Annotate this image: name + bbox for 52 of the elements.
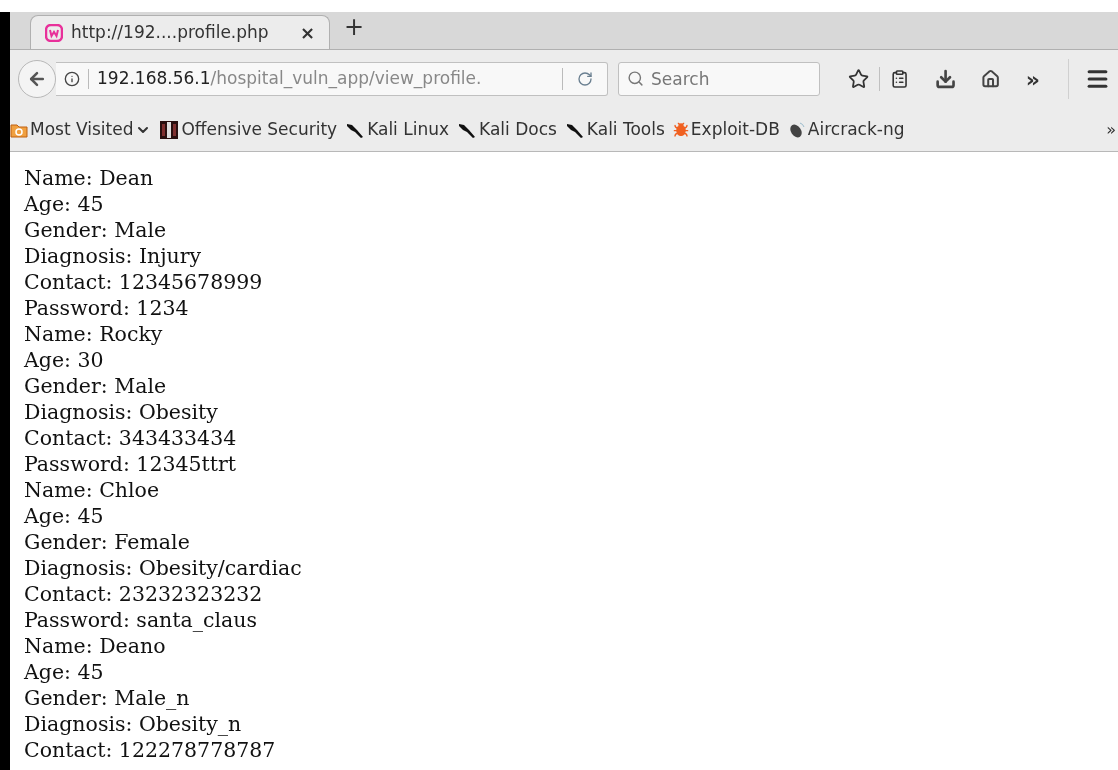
browser-tab[interactable]: http://192....profile.php ×	[30, 15, 330, 49]
profile-line: Password: santa_claus	[24, 607, 258, 633]
bookmark-star-icon[interactable]	[848, 68, 870, 90]
profile-line: Contact: 343433434	[24, 425, 238, 451]
profile-line: Name: Rocky	[24, 321, 164, 347]
bookmark-item[interactable]: Exploit-DB	[672, 116, 780, 143]
profile-line: Password: 12345ttrt	[24, 451, 238, 477]
bookmark-item[interactable]: Most Visited	[10, 116, 152, 143]
profile-line: Gender: Male_n	[24, 685, 191, 711]
tab-title: http://192....profile.php	[71, 20, 269, 44]
profile-line: Contact: 23232323232	[24, 581, 264, 607]
profile-line: Age: 45	[24, 503, 105, 529]
profile-line: Contact: 12345678999	[24, 269, 264, 295]
bookmark-item[interactable]: Aircrack-ng	[787, 116, 905, 143]
profile-line: Age: 45	[24, 659, 105, 685]
reload-icon[interactable]	[577, 71, 593, 87]
new-tab-button[interactable]: +	[344, 9, 365, 45]
profile-line: Diagnosis: Obesity	[24, 399, 219, 425]
profile-line: Password: 1234	[24, 295, 190, 321]
overflow-button[interactable]: »	[1025, 62, 1041, 96]
back-button[interactable]	[18, 60, 56, 98]
bug-icon	[672, 121, 689, 138]
bookmark-item[interactable]: Kali Tools	[564, 116, 665, 143]
profile-line: Gender: Male	[24, 373, 168, 399]
search-field[interactable]: Search	[618, 62, 820, 96]
bookmark-item[interactable]: Kali Docs	[457, 116, 557, 143]
info-icon[interactable]	[64, 71, 80, 87]
bookmark-item[interactable]: Kali Linux	[345, 116, 450, 143]
profile-line: Gender: Female	[24, 529, 191, 555]
profile-line: Name: Deano	[24, 633, 167, 659]
address-bar[interactable]: 192.168.56.1/hospital_vuln_app/view_profile.	[56, 62, 608, 96]
profile-line: Diagnosis: Obesity_n	[24, 711, 243, 737]
url-path: /hospital_vuln_app/view_profile.	[210, 67, 482, 91]
profile-line: Gender: Male	[24, 217, 168, 243]
profile-line: Diagnosis: Injury	[24, 243, 203, 269]
bookmarks-overflow-button[interactable]: »	[1106, 117, 1116, 142]
close-tab-button[interactable]: ×	[299, 19, 315, 46]
download-icon[interactable]	[935, 68, 957, 90]
profile-line: Age: 45	[24, 191, 105, 217]
profile-line: Name: Chloe	[24, 477, 161, 503]
logo-icon	[159, 119, 180, 140]
w-logo-icon	[45, 23, 63, 42]
bookmark-item[interactable]: Offensive Security	[159, 116, 338, 143]
profile-line: Diagnosis: Obesity/cardiac	[24, 555, 303, 581]
profile-line: Contact: 122278778787	[24, 737, 277, 763]
search-icon	[627, 70, 644, 87]
reading-list-icon[interactable]	[890, 69, 910, 89]
profile-line: Name: Dean	[24, 165, 155, 191]
profile-line: Age: 30	[24, 347, 105, 373]
home-icon[interactable]	[980, 69, 1000, 89]
satellite-dish-icon	[787, 120, 806, 139]
url-host: 192.168.56.1	[97, 67, 211, 91]
